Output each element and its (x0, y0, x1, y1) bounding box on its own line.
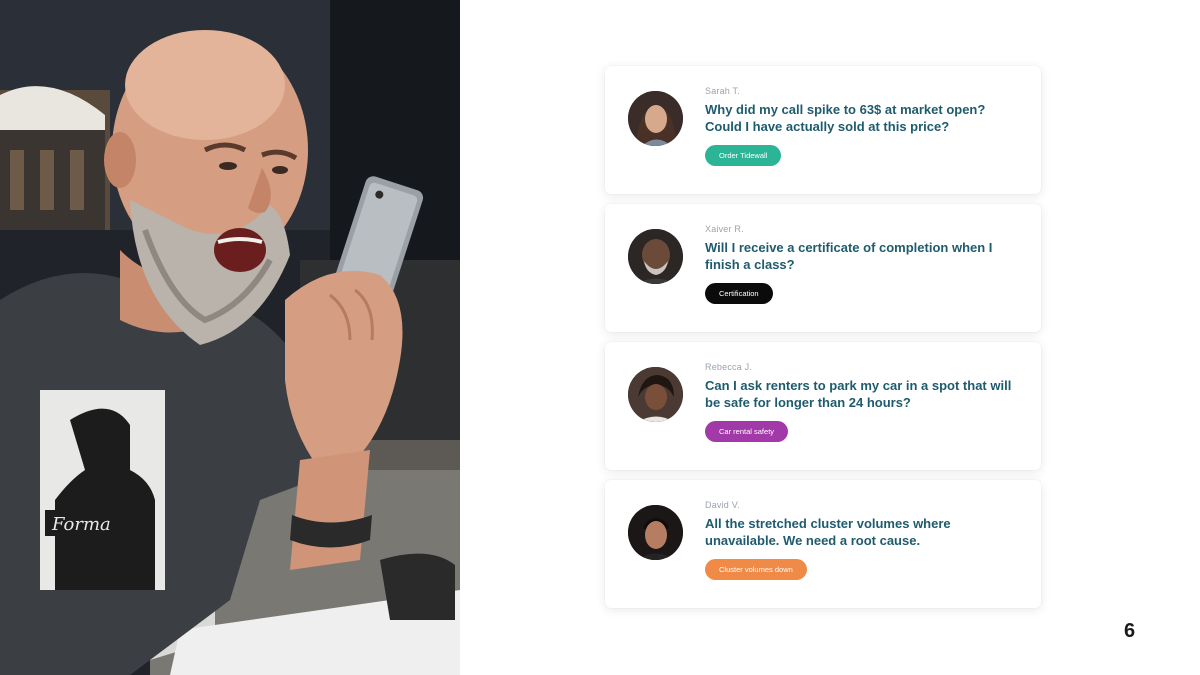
woman-avatar-icon (628, 91, 683, 146)
question-card[interactable]: Rebecca J. Can I ask renters to park my … (605, 342, 1041, 470)
woman-avatar-icon (628, 367, 683, 422)
shirt-print-text: Forma (51, 514, 111, 535)
card-question: Can I ask renters to park my car in a sp… (705, 378, 1012, 410)
card-tag[interactable]: Cluster volumes down (705, 559, 807, 580)
avatar (628, 91, 683, 146)
avatar (628, 229, 683, 284)
card-tag[interactable]: Order Tidewall (705, 145, 782, 166)
card-author: Sarah T. (705, 86, 740, 96)
card-tag[interactable]: Car rental safety (705, 421, 789, 442)
question-card-list: Sarah T. Why did my call spike to 63$ at… (605, 66, 1041, 618)
slide: Forma Sarah T. Why did my call spike to … (0, 0, 1200, 675)
card-tag[interactable]: Certification (705, 283, 773, 304)
card-question: All the stretched cluster volumes where … (705, 516, 951, 548)
card-author: Xaiver R. (705, 224, 744, 234)
avatar (628, 505, 683, 560)
question-card[interactable]: Xaiver R. Will I receive a certificate o… (605, 204, 1041, 332)
photo-illustration: Forma (0, 0, 460, 675)
card-question: Why did my call spike to 63$ at market o… (705, 102, 986, 134)
older-man-avatar-icon (628, 229, 683, 284)
photo-man-shouting-into-phone: Forma (0, 0, 460, 675)
question-card[interactable]: David V. All the stretched cluster volum… (605, 480, 1041, 608)
avatar (628, 367, 683, 422)
question-card[interactable]: Sarah T. Why did my call spike to 63$ at… (605, 66, 1041, 194)
card-question: Will I receive a certificate of completi… (705, 240, 993, 272)
page-number: 6 (1124, 620, 1136, 642)
card-author: David V. (705, 500, 740, 510)
card-author: Rebecca J. (705, 362, 753, 372)
man-avatar-icon (628, 505, 683, 560)
